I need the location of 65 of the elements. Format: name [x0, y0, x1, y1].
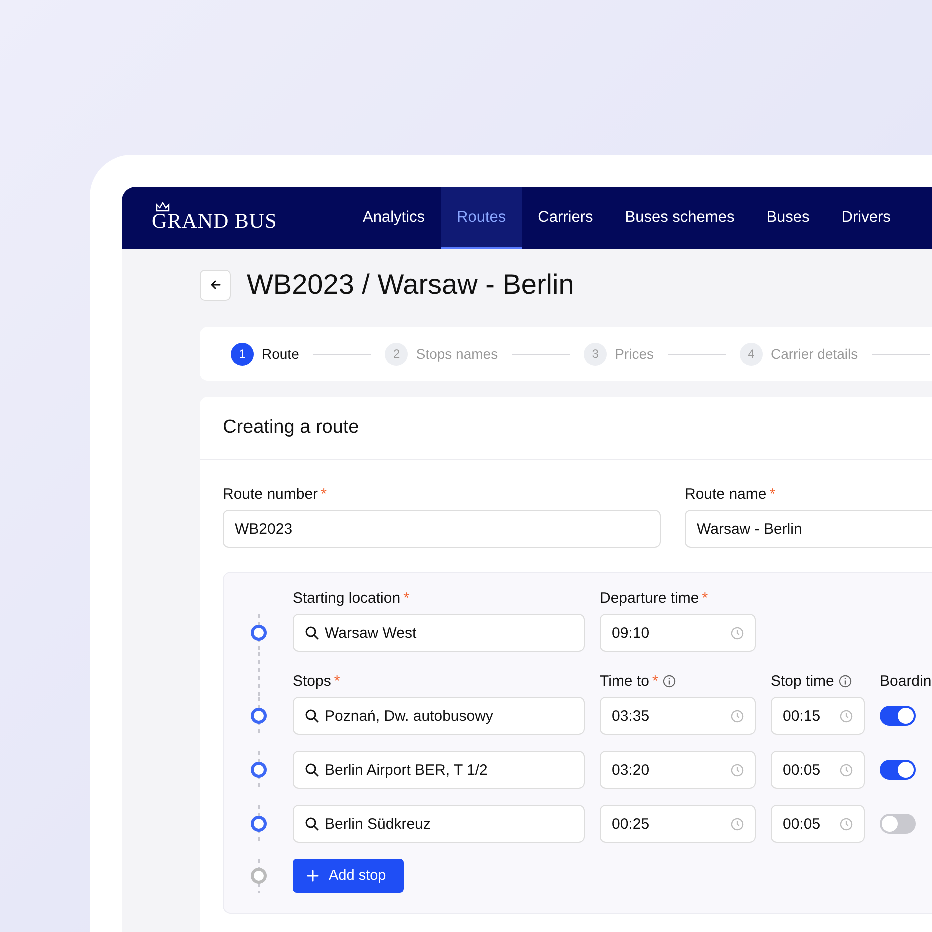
required-mark: *: [770, 486, 776, 502]
back-button[interactable]: [200, 270, 231, 300]
page-title: WB2023 / Warsaw - Berlin: [247, 269, 574, 301]
time-field[interactable]: 03:20: [600, 751, 756, 789]
arrow-left-icon: [210, 279, 222, 291]
boarding-toggle[interactable]: [880, 814, 916, 834]
step-label[interactable]: Route: [262, 346, 300, 362]
timeline-dot: [251, 762, 267, 778]
clock-icon: [731, 710, 744, 722]
field-label: Departure time: [600, 590, 700, 606]
location-search-field[interactable]: Berlin Airport BER, T 1/2: [293, 751, 585, 789]
required-mark: *: [652, 672, 658, 690]
boarding-toggle[interactable]: [880, 706, 916, 726]
column-label: Boardin: [880, 672, 932, 690]
step-number: 3: [584, 342, 608, 366]
location-search-field[interactable]: Warsaw West: [293, 614, 585, 652]
timeline-dot: [251, 816, 267, 832]
step-number: 2: [385, 342, 408, 366]
add-stop-button[interactable]: Add stop: [293, 859, 404, 893]
search-icon: [305, 817, 319, 831]
clock-icon: [731, 626, 744, 640]
time-field[interactable]: 00:05: [771, 805, 865, 843]
time-field[interactable]: 09:10: [600, 614, 756, 652]
clock-icon: [840, 764, 853, 776]
step-number: 4: [740, 342, 763, 366]
clock-icon: [731, 818, 744, 830]
crown-icon: [156, 202, 170, 212]
step-number: 1: [231, 342, 254, 366]
text-field[interactable]: Warsaw - Berlin: [685, 510, 932, 548]
location-search-field[interactable]: Poznań, Dw. autobusowy: [293, 697, 585, 735]
clock-icon: [840, 818, 853, 830]
nav-tab[interactable]: Routes: [441, 187, 522, 249]
search-icon: [305, 626, 319, 640]
required-mark: *: [702, 590, 708, 606]
required-mark: *: [321, 486, 327, 502]
column-label: Time to: [600, 672, 650, 690]
search-icon: [305, 763, 319, 777]
column-label: Stops: [293, 672, 332, 690]
nav-tab[interactable]: Buses schemes: [609, 187, 751, 249]
clock-icon: [840, 710, 853, 722]
boarding-toggle[interactable]: [880, 760, 916, 780]
timeline-dot: [251, 625, 267, 641]
required-mark: *: [334, 672, 340, 690]
column-label: Stop time: [771, 672, 834, 690]
logo: GRAND BUS: [152, 209, 278, 234]
nav-tab[interactable]: Carriers: [522, 187, 610, 249]
text-field[interactable]: WB2023: [223, 510, 661, 548]
field-label: Route number: [223, 486, 318, 502]
field-label: Route name: [685, 486, 767, 502]
location-search-field[interactable]: Berlin Südkreuz: [293, 805, 585, 843]
nav-tab[interactable]: Drivers: [826, 187, 907, 249]
search-icon: [305, 709, 319, 723]
card-title: Creating a route: [223, 417, 360, 439]
timeline-dot: [251, 708, 267, 724]
time-field[interactable]: 00:05: [771, 751, 865, 789]
time-field[interactable]: 00:25: [600, 805, 756, 843]
required-mark: *: [404, 590, 410, 606]
field-label: Starting location: [293, 590, 401, 606]
timeline-dot: [251, 868, 267, 884]
clock-icon: [731, 764, 744, 776]
time-field[interactable]: 00:15: [771, 697, 865, 735]
nav-tab[interactable]: Buses: [750, 187, 826, 249]
nav-tab[interactable]: Analytics: [347, 187, 442, 249]
time-field[interactable]: 03:35: [600, 697, 756, 735]
plus-icon: [307, 870, 319, 882]
